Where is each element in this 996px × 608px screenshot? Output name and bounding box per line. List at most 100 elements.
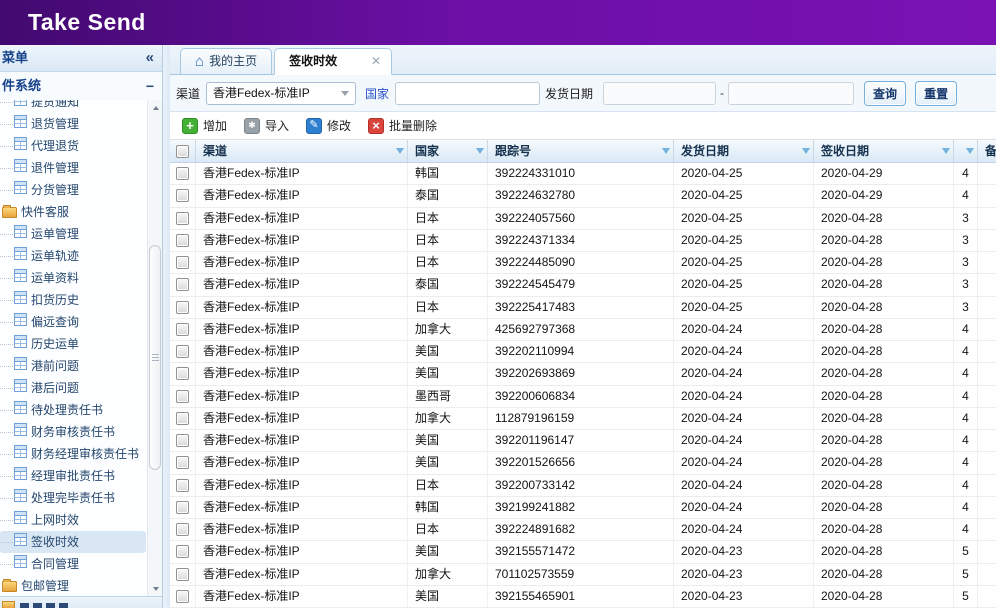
sidebar-item-处理完毕责任书[interactable]: 处理完毕责任书	[0, 487, 146, 509]
table-row[interactable]: 香港Fedex-标准IP 日本 392224891682 2020-04-24 …	[170, 519, 996, 541]
row-checkbox[interactable]	[176, 590, 189, 603]
sidebar-item-待处理责任书[interactable]: 待处理责任书	[0, 399, 146, 421]
scroll-down-button[interactable]	[148, 581, 162, 596]
column-header[interactable]: 跟踪号	[488, 140, 674, 162]
table-row[interactable]: 香港Fedex-标准IP 日本 392200733142 2020-04-24 …	[170, 475, 996, 497]
sidebar-splitter[interactable]	[163, 45, 170, 608]
row-checkbox[interactable]	[176, 323, 189, 336]
sidebar-item-港后问题[interactable]: 港后问题	[0, 377, 146, 399]
row-checkbox[interactable]	[176, 412, 189, 425]
row-checkbox[interactable]	[176, 434, 189, 447]
sidebar-item-偏远查询[interactable]: 偏远查询	[0, 311, 146, 333]
date-to-input[interactable]	[728, 82, 854, 105]
scrollbar-thumb[interactable]	[149, 245, 161, 470]
cell-days: 4	[954, 475, 978, 496]
row-checkbox[interactable]	[176, 189, 189, 202]
sidebar-item-包邮管理[interactable]: 包邮管理	[0, 575, 146, 596]
table-row[interactable]: 香港Fedex-标准IP 日本 392225417483 2020-04-25 …	[170, 297, 996, 319]
row-checkbox[interactable]	[176, 568, 189, 581]
sidebar-item-扣货历史[interactable]: 扣货历史	[0, 289, 146, 311]
chevron-down-icon[interactable]	[335, 91, 355, 96]
close-icon[interactable]: ✕	[371, 49, 381, 74]
toolbar-button[interactable]: 批量删除	[362, 115, 443, 136]
table-row[interactable]: 香港Fedex-标准IP 墨西哥 392200606834 2020-04-24…	[170, 386, 996, 408]
row-checkbox[interactable]	[176, 167, 189, 180]
select-all-checkbox[interactable]	[176, 145, 189, 158]
collapse-section-icon[interactable]: −	[146, 72, 154, 100]
table-row[interactable]: 香港Fedex-标准IP 泰国 392224632780 2020-04-25 …	[170, 185, 996, 207]
sidebar-item-快件客服[interactable]: 快件客服	[0, 201, 146, 223]
table-row[interactable]: 香港Fedex-标准IP 美国 392201526656 2020-04-24 …	[170, 452, 996, 474]
row-checkbox[interactable]	[176, 301, 189, 314]
table-row[interactable]: 香港Fedex-标准IP 韩国 392199241882 2020-04-24 …	[170, 497, 996, 519]
collapse-sidebar-icon[interactable]: «	[146, 45, 154, 71]
row-checkbox[interactable]	[176, 390, 189, 403]
search-button[interactable]: 查询	[864, 81, 906, 106]
table-row[interactable]: 香港Fedex-标准IP 日本 392224485090 2020-04-25 …	[170, 252, 996, 274]
app-title: Take Send	[0, 0, 996, 36]
row-checkbox[interactable]	[176, 456, 189, 469]
table-row[interactable]: 香港Fedex-标准IP 加拿大 701102573559 2020-04-23…	[170, 564, 996, 586]
sidebar-item-运单管理[interactable]: 运单管理	[0, 223, 146, 245]
row-checkbox[interactable]	[176, 501, 189, 514]
row-checkbox[interactable]	[176, 367, 189, 380]
column-header[interactable]	[954, 140, 978, 162]
table-row[interactable]: 香港Fedex-标准IP 美国 392202693869 2020-04-24 …	[170, 363, 996, 385]
row-checkbox[interactable]	[176, 479, 189, 492]
column-header[interactable]: 签收日期	[814, 140, 954, 162]
sidebar-item-历史运单[interactable]: 历史运单	[0, 333, 146, 355]
sidebar-item-财务审核责任书[interactable]: 财务审核责任书	[0, 421, 146, 443]
column-header[interactable]	[170, 140, 196, 162]
collapsed-section-sliver[interactable]	[0, 596, 162, 608]
sidebar-item-合同管理[interactable]: 合同管理	[0, 553, 146, 575]
tab[interactable]: ⌂ 签收时效 ✕	[274, 48, 392, 75]
column-header[interactable]: 国家	[408, 140, 488, 162]
table-row[interactable]: 香港Fedex-标准IP 美国 392201196147 2020-04-24 …	[170, 430, 996, 452]
table-row[interactable]: 香港Fedex-标准IP 美国 392155465901 2020-04-23 …	[170, 586, 996, 608]
row-checkbox[interactable]	[176, 345, 189, 358]
column-header[interactable]: 备注	[978, 140, 996, 162]
sidebar-item-退件管理[interactable]: 退件管理	[0, 157, 146, 179]
sidebar-item-退货管理[interactable]: 退货管理	[0, 113, 146, 135]
row-checkbox[interactable]	[176, 234, 189, 247]
sidebar-item-财务经理审核责任书[interactable]: 财务经理审核责任书	[0, 443, 146, 465]
sidebar-item-上网时效[interactable]: 上网时效	[0, 509, 146, 531]
sidebar-item-代理退货[interactable]: 代理退货	[0, 135, 146, 157]
table-row[interactable]: 香港Fedex-标准IP 韩国 392224331010 2020-04-25 …	[170, 163, 996, 185]
toolbar-button[interactable]: 导入	[238, 115, 295, 136]
row-checkbox[interactable]	[176, 256, 189, 269]
table-row[interactable]: 香港Fedex-标准IP 日本 392224371334 2020-04-25 …	[170, 230, 996, 252]
row-checkbox-cell	[170, 208, 196, 229]
table-row[interactable]: 香港Fedex-标准IP 加拿大 425692797368 2020-04-24…	[170, 319, 996, 341]
scroll-up-button[interactable]	[148, 100, 162, 115]
sidebar-item-分货管理[interactable]: 分货管理	[0, 179, 146, 201]
sidebar-section-header[interactable]: 件系统 −	[0, 72, 162, 100]
table-row[interactable]: 香港Fedex-标准IP 日本 392224057560 2020-04-25 …	[170, 208, 996, 230]
sidebar-item-提货通知[interactable]: 提货通知	[0, 100, 146, 113]
column-header[interactable]: 发货日期	[674, 140, 814, 162]
column-header[interactable]: 渠道	[196, 140, 408, 162]
row-checkbox[interactable]	[176, 278, 189, 291]
channel-select[interactable]: 香港Fedex-标准IP	[206, 82, 356, 105]
country-input[interactable]	[395, 82, 540, 105]
sidebar-item-经理审批责任书[interactable]: 经理审批责任书	[0, 465, 146, 487]
table-row[interactable]: 香港Fedex-标准IP 泰国 392224545479 2020-04-25 …	[170, 274, 996, 296]
row-checkbox[interactable]	[176, 545, 189, 558]
cell-ship-date: 2020-04-24	[674, 408, 814, 429]
sidebar-item-运单资料[interactable]: 运单资料	[0, 267, 146, 289]
tab[interactable]: ⌂ 我的主页 ✕	[180, 48, 272, 75]
row-checkbox[interactable]	[176, 523, 189, 536]
row-checkbox-cell	[170, 452, 196, 473]
table-row[interactable]: 香港Fedex-标准IP 美国 392202110994 2020-04-24 …	[170, 341, 996, 363]
toolbar-button[interactable]: 增加	[176, 115, 233, 136]
toolbar-button[interactable]: 修改	[300, 115, 357, 136]
row-checkbox[interactable]	[176, 212, 189, 225]
reset-button[interactable]: 重置	[915, 81, 957, 106]
table-row[interactable]: 香港Fedex-标准IP 美国 392155571472 2020-04-23 …	[170, 541, 996, 563]
table-row[interactable]: 香港Fedex-标准IP 加拿大 112879196159 2020-04-24…	[170, 408, 996, 430]
sidebar-item-港前问题[interactable]: 港前问题	[0, 355, 146, 377]
date-from-input[interactable]	[603, 82, 716, 105]
sidebar-item-运单轨迹[interactable]: 运单轨迹	[0, 245, 146, 267]
cell-channel: 香港Fedex-标准IP	[196, 475, 408, 496]
sidebar-item-签收时效[interactable]: 签收时效	[0, 531, 146, 553]
